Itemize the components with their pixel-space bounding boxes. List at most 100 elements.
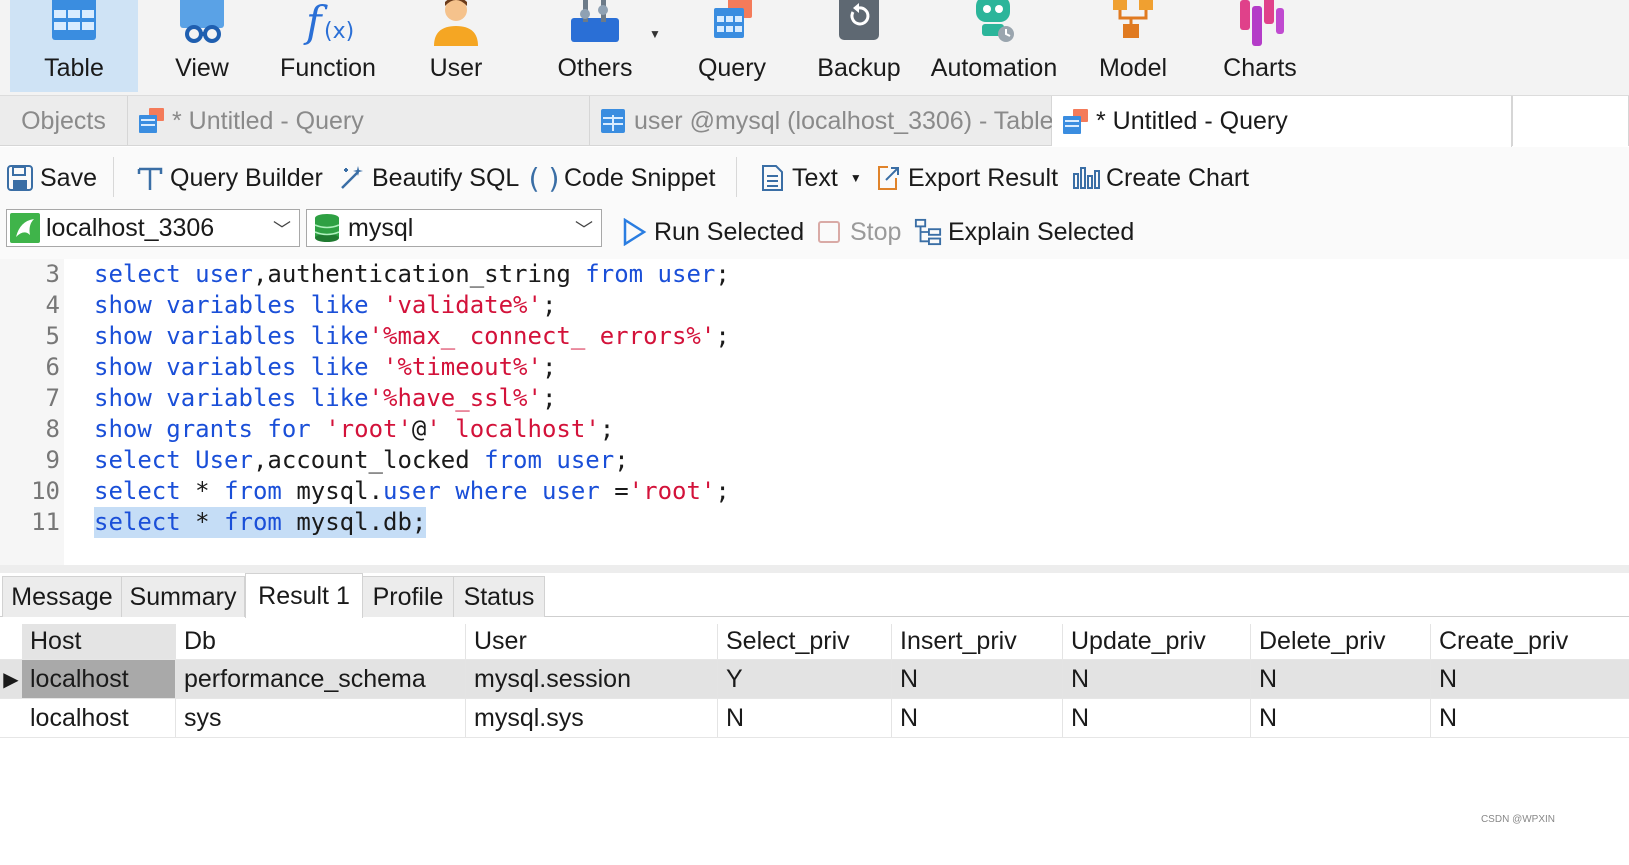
save-button[interactable]: Save: [6, 161, 97, 195]
ribbon-charts-button[interactable]: Charts: [1218, 0, 1302, 92]
tab-status[interactable]: Status: [453, 576, 545, 617]
model-icon: [1103, 0, 1163, 50]
export-result-label: Export Result: [908, 163, 1059, 192]
column-header-user[interactable]: User: [466, 624, 718, 659]
tab-untitled-query-1-label: * Untitled - Query: [172, 106, 364, 135]
code-line[interactable]: 7 show variables like'%have_ssl%';: [0, 383, 1629, 414]
code-text: show variables like'%have_ssl%';: [94, 384, 557, 412]
cell-host[interactable]: localhost: [22, 699, 176, 737]
run-selected-button[interactable]: Run Selected: [620, 215, 804, 249]
others-dropdown-icon[interactable]: ▼: [649, 27, 661, 41]
cell-insert-priv[interactable]: N: [892, 660, 1063, 698]
sql-editor[interactable]: 3 select user,authentication_string from …: [0, 259, 1629, 565]
cell-db[interactable]: sys: [176, 699, 466, 737]
cell-update-priv[interactable]: N: [1063, 699, 1251, 737]
code-line[interactable]: 3 select user,authentication_string from …: [0, 259, 1629, 290]
column-header-label: Host: [30, 627, 82, 655]
tab-profile-label: Profile: [372, 582, 444, 611]
tab-untitled-query-2[interactable]: * Untitled - Query: [1052, 96, 1512, 147]
cell-value: N: [1259, 703, 1278, 732]
ribbon-query-button[interactable]: Query: [690, 0, 774, 92]
stop-button[interactable]: Stop: [816, 215, 901, 249]
cell-value: localhost: [30, 664, 129, 693]
ribbon-user-button[interactable]: User: [410, 0, 502, 92]
explain-tree-icon: [914, 218, 942, 246]
table-row[interactable]: ▶ localhost performance_schema mysql.ses…: [0, 660, 1629, 699]
tab-result-1[interactable]: Result 1: [245, 573, 363, 618]
code-snippet-button[interactable]: ( ) Code Snippet: [529, 161, 716, 195]
main-ribbon: Table View f (x) Function User Others ▼ Q…: [0, 0, 1629, 96]
cell-user[interactable]: mysql.sys: [466, 699, 718, 737]
ribbon-automation-button[interactable]: Automation: [926, 0, 1062, 92]
text-mode-button[interactable]: Text ▼: [758, 161, 862, 195]
connection-select[interactable]: localhost_3306 ﹀: [6, 209, 300, 247]
ribbon-backup-label: Backup: [817, 54, 901, 82]
beautify-sql-label: Beautify SQL: [372, 163, 520, 192]
tab-summary-label: Summary: [129, 582, 237, 611]
save-label: Save: [40, 163, 97, 192]
database-select[interactable]: mysql ﹀: [306, 209, 602, 247]
explain-selected-button[interactable]: Explain Selected: [914, 215, 1134, 249]
tab-objects-label: Objects: [21, 106, 106, 135]
cell-db[interactable]: performance_schema: [176, 660, 466, 698]
cell-value: N: [1439, 703, 1458, 732]
tab-user-table[interactable]: user @mysql (localhost_3306) - Table: [590, 96, 1054, 146]
tab-summary[interactable]: Summary: [121, 576, 245, 617]
chevron-down-icon: ﹀: [273, 220, 291, 240]
column-header-create-priv[interactable]: Create_priv: [1431, 624, 1629, 659]
tab-profile[interactable]: Profile: [362, 576, 454, 617]
chevron-down-icon[interactable]: ▼: [850, 171, 862, 185]
code-line[interactable]: 9 select User,account_locked from user;: [0, 445, 1629, 476]
column-header-insert-priv[interactable]: Insert_priv: [892, 624, 1063, 659]
cell-value: mysql.sys: [474, 703, 584, 732]
column-header-label: User: [474, 627, 527, 655]
table-row[interactable]: localhost sys mysql.sys N N N N N: [0, 699, 1629, 738]
ribbon-view-button[interactable]: View: [150, 0, 254, 92]
cell-create-priv[interactable]: N: [1431, 660, 1629, 698]
ribbon-function-button[interactable]: f (x) Function: [272, 0, 384, 92]
column-header-select-priv[interactable]: Select_priv: [718, 624, 892, 659]
code-line[interactable]: 4 show variables like 'validate%';: [0, 290, 1629, 321]
ribbon-backup-button[interactable]: Backup: [812, 0, 906, 92]
cell-delete-priv[interactable]: N: [1251, 660, 1431, 698]
ribbon-table-button[interactable]: Table: [10, 0, 138, 92]
code-line[interactable]: 11 select * from mysql.db;: [0, 507, 1629, 538]
watermark: CSDN @WPXIN: [1480, 814, 1555, 825]
automation-icon: [964, 0, 1024, 50]
query-builder-button[interactable]: Query Builder: [136, 161, 323, 195]
line-number: 11: [31, 508, 60, 536]
pane-splitter[interactable]: [0, 565, 1629, 573]
column-header-delete-priv[interactable]: Delete_priv: [1251, 624, 1431, 659]
column-header-label: Update_priv: [1071, 627, 1206, 655]
cell-insert-priv[interactable]: N: [892, 699, 1063, 737]
chart-icon: [1072, 164, 1100, 192]
cell-value: N: [1071, 703, 1090, 732]
tab-objects[interactable]: Objects: [0, 96, 128, 146]
cell-host[interactable]: localhost: [22, 660, 176, 698]
tab-message[interactable]: Message: [2, 576, 122, 617]
cell-delete-priv[interactable]: N: [1251, 699, 1431, 737]
ribbon-model-button[interactable]: Model: [1094, 0, 1172, 92]
tab-untitled-query-1[interactable]: * Untitled - Query: [128, 96, 590, 146]
beautify-sql-button[interactable]: Beautify SQL: [338, 161, 519, 195]
column-header-db[interactable]: Db: [176, 624, 466, 659]
cell-select-priv[interactable]: N: [718, 699, 892, 737]
text-mode-label: Text: [792, 163, 838, 192]
cell-user[interactable]: mysql.session: [466, 660, 718, 698]
column-header-update-priv[interactable]: Update_priv: [1063, 624, 1251, 659]
cell-update-priv[interactable]: N: [1063, 660, 1251, 698]
code-line[interactable]: 10 select * from mysql.user where user ='…: [0, 476, 1629, 507]
code-line[interactable]: 8 show grants for 'root'@' localhost';: [0, 414, 1629, 445]
cell-create-priv[interactable]: N: [1431, 699, 1629, 737]
create-chart-button[interactable]: Create Chart: [1072, 161, 1249, 195]
cell-value: N: [1259, 664, 1278, 693]
tab-user-table-label: user @mysql (localhost_3306) - Table: [634, 106, 1054, 135]
code-line[interactable]: 5 show variables like'%max_ connect_ erro…: [0, 321, 1629, 352]
cell-value: localhost: [30, 703, 129, 732]
column-header-host[interactable]: Host: [22, 624, 176, 659]
query-builder-label: Query Builder: [170, 163, 323, 192]
cell-select-priv[interactable]: Y: [718, 660, 892, 698]
code-line[interactable]: 6 show variables like '%timeout%';: [0, 352, 1629, 383]
export-result-button[interactable]: Export Result: [874, 161, 1058, 195]
ribbon-others-button[interactable]: Others: [540, 0, 650, 92]
